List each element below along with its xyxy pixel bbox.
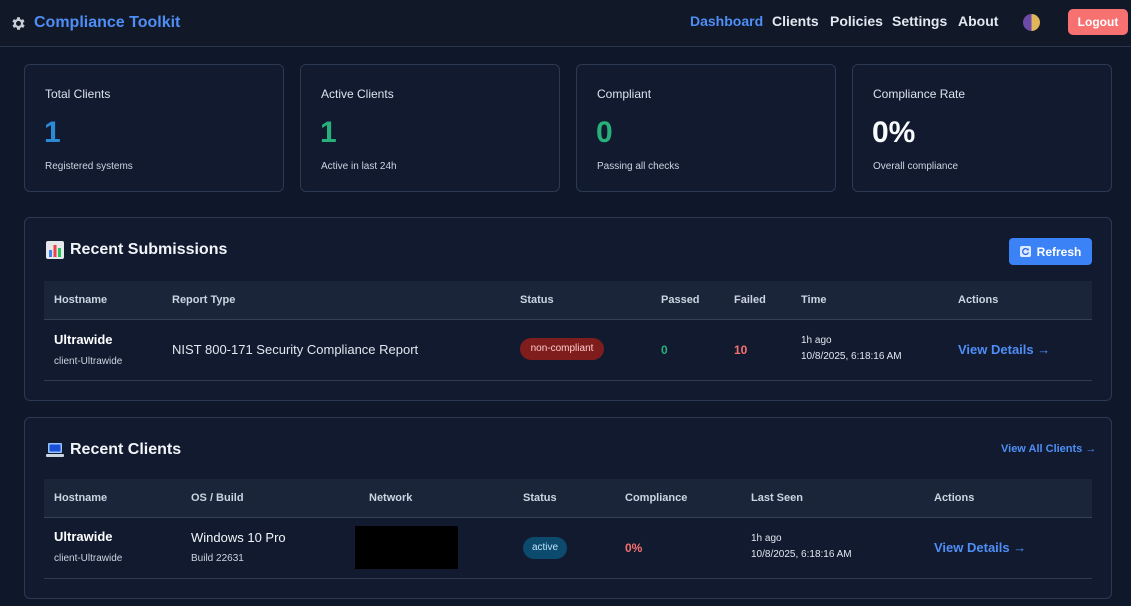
bar-chart-icon [46,241,64,259]
report-type: NIST 800-171 Security Compliance Report [172,342,419,357]
compliance-value: 0% [625,541,643,555]
stat-label: Compliance Rate [873,87,966,101]
column-header[interactable]: Passed [661,294,700,306]
laptop-icon [46,443,64,457]
logout-button[interactable]: Logout [1068,9,1128,35]
column-header[interactable]: Report Type [172,294,235,306]
column-header[interactable]: Failed [734,294,766,306]
column-header[interactable]: Status [520,294,554,306]
time-absolute: 10/8/2025, 6:18:16 AM [801,351,902,362]
recent-clients-panel: Recent Clients View All Clients → Hostna… [24,417,1112,599]
os-build: Build 22631 [191,553,244,564]
hostname[interactable]: Ultrawide [54,332,113,347]
column-header[interactable]: Actions [958,294,998,306]
column-header[interactable]: Status [523,492,557,504]
passed-count: 0 [661,343,668,357]
column-header[interactable]: OS / Build [191,492,244,504]
column-header[interactable]: Hostname [54,294,107,306]
nav-clients[interactable]: Clients [772,13,819,31]
column-header[interactable]: Compliance [625,492,687,504]
stat-value: 0% [872,116,916,149]
stat-subtitle: Registered systems [45,161,133,172]
panel-title-text: Recent Submissions [70,241,228,258]
nav-settings[interactable]: Settings [892,13,947,31]
stat-card-total-clients: Total Clients 1 Registered systems [24,64,284,192]
stat-subtitle: Passing all checks [597,161,680,172]
refresh-button[interactable]: Refresh [1009,238,1092,265]
stat-card-compliance-rate: Compliance Rate 0% Overall compliance [852,64,1112,192]
view-details-link[interactable]: View Details → [934,540,1026,555]
column-header[interactable]: Actions [934,492,974,504]
table-row: Ultrawide client-Ultrawide Windows 10 Pr… [44,518,1092,579]
stat-value: 0 [596,116,613,149]
stat-label: Compliant [597,87,652,101]
column-header[interactable]: Last Seen [751,492,803,504]
time-relative: 1h ago [801,335,832,346]
panel-title-text: Recent Clients [70,441,182,458]
os-name: Windows 10 Pro [191,530,286,545]
column-header[interactable]: Time [801,294,826,306]
failed-count: 10 [734,343,748,357]
nav-dashboard[interactable]: Dashboard [690,13,763,31]
recent-submissions-panel: Recent Submissions Refresh Hostname Repo… [24,217,1112,401]
last-seen-absolute: 10/8/2025, 6:18:16 AM [751,549,852,560]
table-header: Hostname OS / Build Network Status Compl… [44,479,1092,518]
theme-toggle-icon[interactable] [1023,14,1040,31]
refresh-icon [1019,246,1031,257]
table-header: Hostname Report Type Status Passed Faile… [44,281,1092,320]
last-seen-relative: 1h ago [751,533,782,544]
stat-card-compliant: Compliant 0 Passing all checks [576,64,836,192]
app-title: Compliance Toolkit [34,14,181,31]
refresh-label: Refresh [1036,244,1082,259]
stat-subtitle: Overall compliance [873,161,959,172]
stat-label: Active Clients [321,87,394,101]
stat-label: Total Clients [45,87,111,101]
column-header[interactable]: Network [369,492,412,504]
stat-card-active-clients: Active Clients 1 Active in last 24h [300,64,560,192]
brand-link[interactable]: Compliance Toolkit [10,12,180,34]
gear-icon [12,16,25,30]
column-header[interactable]: Hostname [54,492,107,504]
stat-value: 1 [44,116,61,149]
status-badge: non-compliant [520,338,604,360]
view-details-link[interactable]: View Details → [958,342,1050,357]
panel-title: Recent Clients [46,441,181,459]
view-all-clients-link[interactable]: View All Clients → [1001,443,1096,455]
client-id: client-Ultrawide [54,356,123,367]
status-badge: active [523,537,567,559]
hostname[interactable]: Ultrawide [54,529,113,544]
table-row: Ultrawide client-Ultrawide NIST 800-171 … [44,320,1092,381]
nav-policies[interactable]: Policies [830,13,883,31]
top-navbar: Compliance Toolkit Dashboard Clients Pol… [0,0,1131,47]
stat-subtitle: Active in last 24h [321,161,397,172]
nav-about[interactable]: About [958,13,998,31]
stat-value: 1 [320,116,337,149]
panel-title: Recent Submissions [46,241,227,259]
network-redacted [355,526,458,569]
client-id: client-Ultrawide [54,553,123,564]
